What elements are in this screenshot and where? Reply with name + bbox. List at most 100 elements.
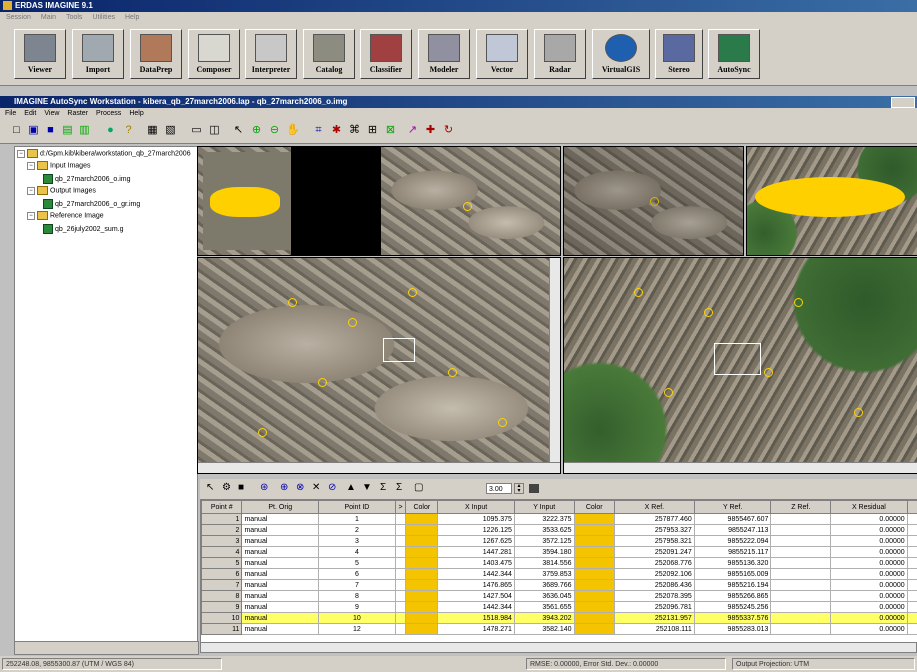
cell-yres[interactable]: 0.0 [906,524,917,536]
composer-button[interactable]: Composer [188,29,240,79]
dual-view-icon[interactable]: ◫ [208,124,221,137]
input-overview-view[interactable] [197,146,304,256]
cell-yres[interactable]: 0.0 [906,513,917,525]
cell-yref[interactable]: 9855245.256 [693,601,772,613]
cell-id[interactable]: 2 [318,524,396,536]
cell-yres[interactable]: 0.0 [906,601,917,613]
dataprep-button[interactable]: DataPrep [130,29,182,79]
input-view-hscroll[interactable] [198,462,560,473]
cell-id[interactable]: 6 [318,568,396,580]
tree-horizontal-scrollbar[interactable] [14,641,199,655]
gcp-marker[interactable] [664,388,673,397]
gcp-marker[interactable] [854,408,863,417]
cell-yin[interactable]: 3572.125 [513,535,575,547]
cell-xin[interactable]: 1478.271 [437,623,515,635]
cell-empty[interactable] [394,535,407,547]
cell-xres[interactable]: 0.00000 [830,623,908,635]
cell-empty[interactable] [770,601,832,613]
color-swatch[interactable] [405,612,439,624]
cell-id[interactable]: 1 [318,513,396,525]
menu-raster[interactable]: Raster [67,110,88,117]
input-view-vscroll[interactable] [549,258,560,463]
gcp-marker[interactable] [288,298,297,307]
cell-yref[interactable]: 9855216.194 [693,579,772,591]
cell-empty[interactable] [394,590,407,602]
color-swatch[interactable] [573,612,615,624]
cell-xin[interactable]: 1403.475 [437,557,515,569]
color-swatch[interactable] [405,568,439,580]
cell-xin[interactable]: 1427.504 [437,590,515,602]
cell-xref[interactable]: 257953.327 [613,524,695,536]
classifier-button[interactable]: Classifier [360,29,412,79]
cell-yin[interactable]: 3222.375 [513,513,575,525]
link-box[interactable] [714,343,761,375]
cell-xref[interactable]: 252086.436 [613,579,695,591]
grid-icon[interactable]: ⊞ [366,124,379,137]
table-row[interactable]: 3 manual 3 1267.625 3572.125 257958.321 985522… [201,535,917,547]
cell-id[interactable]: 3 [318,535,396,547]
cell-xref[interactable]: 252078.395 [613,590,695,602]
cell-empty[interactable] [770,557,832,569]
gcp-marker[interactable] [650,197,659,206]
menu-main[interactable]: Main [41,14,56,21]
cell-empty[interactable] [394,557,407,569]
cell-empty[interactable] [770,612,832,624]
print-icon[interactable]: ▥ [78,124,91,137]
reference-overview-view[interactable] [746,146,917,256]
color-swatch[interactable] [573,524,615,536]
triangle-down-icon[interactable]: ▼ [362,482,372,494]
cell-yref[interactable]: 9855266.865 [693,590,772,602]
modeler-button[interactable]: Modeler [418,29,470,79]
cell-empty[interactable] [770,568,832,580]
cell-n[interactable]: 5 [201,557,243,569]
cell-n[interactable]: 7 [201,579,243,591]
cell-empty[interactable] [770,546,832,558]
pan-hand-icon[interactable]: ✋ [286,124,300,137]
cell-empty[interactable] [770,623,832,635]
cell-orig[interactable]: manual [241,590,320,602]
tree-group-reference[interactable]: − Reference Image [27,211,104,221]
gcp-marker[interactable] [498,418,507,427]
virtualgis-button[interactable]: VirtualGIS [592,29,650,79]
cell-orig[interactable]: manual [241,579,320,591]
column-header[interactable]: Color [573,500,615,514]
save-gcp-icon[interactable] [529,484,539,493]
input-main-view[interactable] [197,257,561,474]
cell-n[interactable]: 2 [201,524,243,536]
cell-yref[interactable]: 9855222.094 [693,535,772,547]
gcp-marker[interactable] [348,318,357,327]
table-row[interactable]: 6 manual 6 1442.344 3759.853 252092.106 985516… [201,568,917,580]
cell-xref[interactable]: 257877.460 [613,513,695,525]
table-row[interactable]: 10 manual 10 1518.984 3943.202 252131.957 9855… [201,612,917,624]
color-swatch[interactable] [573,535,615,547]
cell-yin[interactable]: 3689.766 [513,579,575,591]
column-header[interactable]: X Residual [830,500,908,514]
sigma-icon[interactable]: Σ [380,482,386,494]
cell-empty[interactable] [394,612,407,624]
cell-xref[interactable]: 252068.776 [613,557,695,569]
tree-item-output-image[interactable]: qb_27march2006_o_gr.img [43,199,140,210]
gcp-marker[interactable] [794,298,803,307]
open-icon[interactable]: ▣ [27,124,40,137]
calculator-icon[interactable]: ▢ [414,482,423,494]
cell-yref[interactable]: 9855467.607 [693,513,772,525]
cell-xref[interactable]: 252091.247 [613,546,695,558]
tree-item-reference-image[interactable]: qb_26july2002_sum.g [43,224,124,235]
cell-yref[interactable]: 9855136.320 [693,557,772,569]
cell-yres[interactable]: 0.0 [906,612,917,624]
cell-orig[interactable]: manual [241,612,320,624]
cell-yres[interactable]: 0.0 [906,623,917,635]
cell-n[interactable]: 9 [201,601,243,613]
cell-yres[interactable]: 0.0 [906,546,917,558]
color-swatch[interactable] [573,590,615,602]
cell-orig[interactable]: manual [241,623,320,635]
tree-root[interactable]: − d:/Gpm.kib\kibera\workstation_qb_27marc… [17,149,191,159]
input-magnifier-view[interactable] [380,146,561,256]
cell-empty[interactable] [770,524,832,536]
cell-xres[interactable]: 0.00000 [830,601,908,613]
tree-group-output[interactable]: − Output Images [27,186,96,196]
table-row[interactable]: 11 manual 12 1478.271 3582.140 252108.111 9855… [201,623,917,635]
cell-yref[interactable]: 9855283.013 [693,623,772,635]
table-row[interactable]: 9 manual 9 1442.344 3561.655 252096.781 985524… [201,601,917,613]
cell-empty[interactable] [770,513,832,525]
